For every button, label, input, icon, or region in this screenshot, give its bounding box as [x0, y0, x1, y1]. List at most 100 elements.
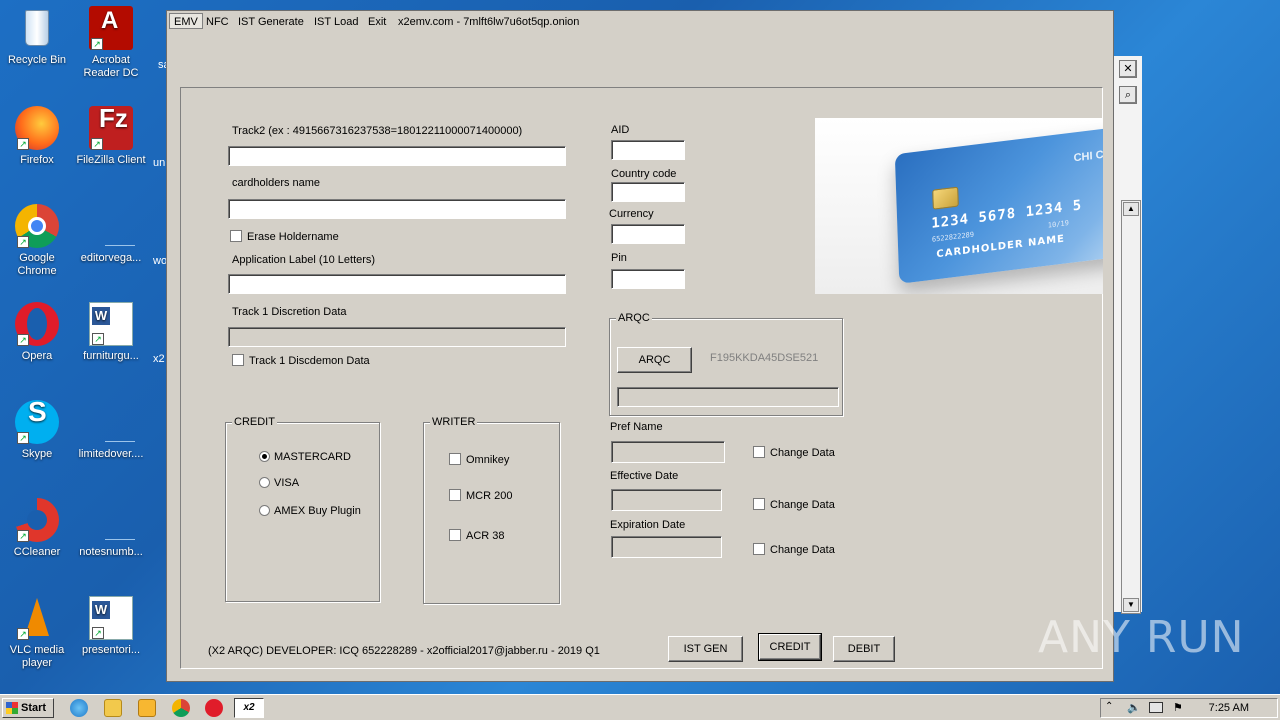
radio-amex-label: AMEX Buy Plugin [274, 505, 361, 517]
desktop-icon-label: CCleaner [13, 546, 61, 558]
skype-icon: S ↗ [15, 398, 59, 444]
desktop-icon-label: Acrobat Reader DC [83, 54, 139, 79]
menu-site-link[interactable]: x2emv.com - 7mlft6lw7u6ot5qp.onion [394, 14, 583, 30]
desktop-icon-furnitureguide[interactable]: W ↗ furniturgu... [74, 302, 148, 363]
desktop-icon-skype[interactable]: S ↗ Skype [0, 398, 74, 461]
menu-exit[interactable]: Exit [364, 14, 390, 30]
desktop-icon-presentori[interactable]: W ↗ presentori... [74, 596, 148, 657]
menu-ist-load[interactable]: IST Load [310, 14, 362, 30]
aid-label: AID [611, 124, 630, 136]
radio-visa[interactable] [259, 477, 270, 488]
track2-field[interactable] [228, 146, 566, 166]
media-player-icon[interactable] [138, 699, 156, 717]
blank-file-icon [89, 204, 135, 248]
debit-button[interactable]: DEBIT [833, 636, 895, 662]
credit-button[interactable]: CREDIT [758, 633, 822, 661]
arqc-group: ARQC ARQC F195KKDA45DSE521 [609, 312, 843, 416]
clock[interactable]: 7:25 AM [1209, 702, 1249, 714]
system-tray: ⌃ 🔈 ⚑ 7:25 AM [1100, 698, 1278, 718]
desktop-icon-opera[interactable]: ↗ Opera [0, 302, 74, 363]
desktop-icon-limitedover[interactable]: limitedover.... [74, 400, 148, 461]
mcr200-checkbox[interactable] [449, 489, 461, 501]
desktop-icon-editorvega[interactable]: editorvega... [74, 204, 148, 265]
desktop-icon-firefox[interactable]: ↗ Firefox [0, 106, 74, 167]
country-code-label: Country code [611, 168, 677, 180]
effective-date-field[interactable] [611, 489, 722, 511]
currency-field[interactable] [611, 224, 685, 244]
cardholders-name-field[interactable] [228, 199, 566, 219]
filezilla-icon: Fz ↗ [89, 105, 133, 150]
search-icon[interactable]: ⌕ [1119, 86, 1137, 104]
effective-date-change-checkbox[interactable] [753, 498, 765, 510]
menu-emv[interactable]: EMV [169, 13, 203, 29]
erase-holdername-checkbox[interactable] [230, 230, 242, 242]
tray-expand-icon[interactable]: ⌃ [1105, 701, 1113, 712]
taskbar-app-x2[interactable]: x2 [234, 698, 264, 718]
desktop-icon-notesnumb[interactable]: notesnumb... [74, 498, 148, 559]
radio-mastercard-label: MASTERCARD [274, 451, 352, 463]
expiration-date-field[interactable] [611, 536, 722, 558]
vlc-cone-icon: ↗ [15, 596, 59, 640]
acr38-checkbox[interactable] [449, 529, 461, 541]
arqc-button[interactable]: ARQC [617, 347, 692, 373]
application-label-field[interactable] [228, 274, 566, 294]
desktop-icon-label: notesnumb... [79, 546, 143, 558]
menu-nfc[interactable]: NFC [202, 14, 233, 30]
country-code-field[interactable] [611, 182, 685, 202]
desktop-icon-recycle-bin[interactable]: Recycle Bin [0, 6, 74, 67]
pref-name-field[interactable] [611, 441, 725, 463]
menu-ist-generate[interactable]: IST Generate [234, 14, 308, 30]
menu-bar: EMV NFC IST Generate IST Load Exit x2emv… [167, 11, 1113, 33]
desktop-icon-label: presentori... [81, 644, 141, 656]
radio-mastercard[interactable] [259, 451, 270, 462]
desktop-icon-acrobat[interactable]: A ↗ Acrobat Reader DC [74, 6, 148, 80]
desktop-icon-label: editorvega... [80, 252, 142, 264]
desktop-icon-ccleaner[interactable]: ↗ CCleaner [0, 498, 74, 559]
track1-discretion-field[interactable] [228, 327, 566, 347]
desktop-icon-label: FileZilla Client [76, 154, 146, 166]
pin-field[interactable] [611, 269, 685, 289]
desktop-icon-chrome[interactable]: ↗ Google Chrome [0, 204, 74, 278]
writer-group-title: WRITER [430, 416, 478, 428]
start-button[interactable]: Start [2, 698, 54, 718]
pref-name-change-checkbox[interactable] [753, 446, 765, 458]
omnikey-label: Omnikey [466, 454, 510, 466]
ie-icon[interactable] [70, 699, 88, 717]
mcr200-label: MCR 200 [466, 490, 513, 502]
card-corner-text: CHI CA [1073, 147, 1103, 165]
partial-desktop-label: x2 [153, 353, 165, 365]
acr38-label: ACR 38 [466, 530, 505, 542]
track1-discdemon-checkbox[interactable] [232, 354, 244, 366]
close-icon[interactable]: ✕ [1119, 60, 1137, 78]
track2-label: Track2 (ex : 4915667316237538=1801221100… [232, 125, 523, 137]
desktop-icon-label: VLC media player [9, 644, 65, 669]
opera-taskbar-icon[interactable] [205, 699, 223, 717]
radio-amex[interactable] [259, 505, 270, 516]
card-chip-icon [932, 186, 959, 210]
explorer-folder-icon[interactable] [104, 699, 122, 717]
omnikey-checkbox[interactable] [449, 453, 461, 465]
ist-gen-button[interactable]: IST GEN [668, 636, 743, 662]
network-icon[interactable] [1149, 702, 1163, 713]
pin-label: Pin [611, 252, 627, 264]
action-center-flag-icon[interactable]: ⚑ [1173, 701, 1183, 714]
expiration-date-change-checkbox[interactable] [753, 543, 765, 555]
recycle-bin-icon [15, 6, 59, 50]
arqc-output-field[interactable] [617, 387, 839, 407]
desktop-icon-vlc[interactable]: ↗ VLC media player [0, 596, 74, 670]
aid-field[interactable] [611, 140, 685, 160]
scroll-up-icon[interactable]: ▲ [1123, 202, 1139, 216]
expiration-date-label: Expiration Date [610, 519, 686, 531]
chrome-icon: ↗ [15, 204, 59, 248]
vertical-scrollbar[interactable]: ▲ ▼ [1121, 200, 1141, 614]
volume-icon[interactable]: 🔈 [1127, 701, 1141, 714]
windows-logo-icon [6, 702, 18, 714]
currency-label: Currency [609, 208, 654, 220]
effective-date-label: Effective Date [610, 470, 679, 482]
scroll-down-icon[interactable]: ▼ [1123, 598, 1139, 612]
blank-file-icon [89, 498, 135, 542]
chrome-taskbar-icon[interactable] [172, 699, 190, 717]
desktop-icon-filezilla[interactable]: Fz ↗ FileZilla Client [74, 105, 148, 167]
credit-group-title: CREDIT [232, 416, 277, 428]
pref-name-change-label: Change Data [770, 447, 835, 459]
